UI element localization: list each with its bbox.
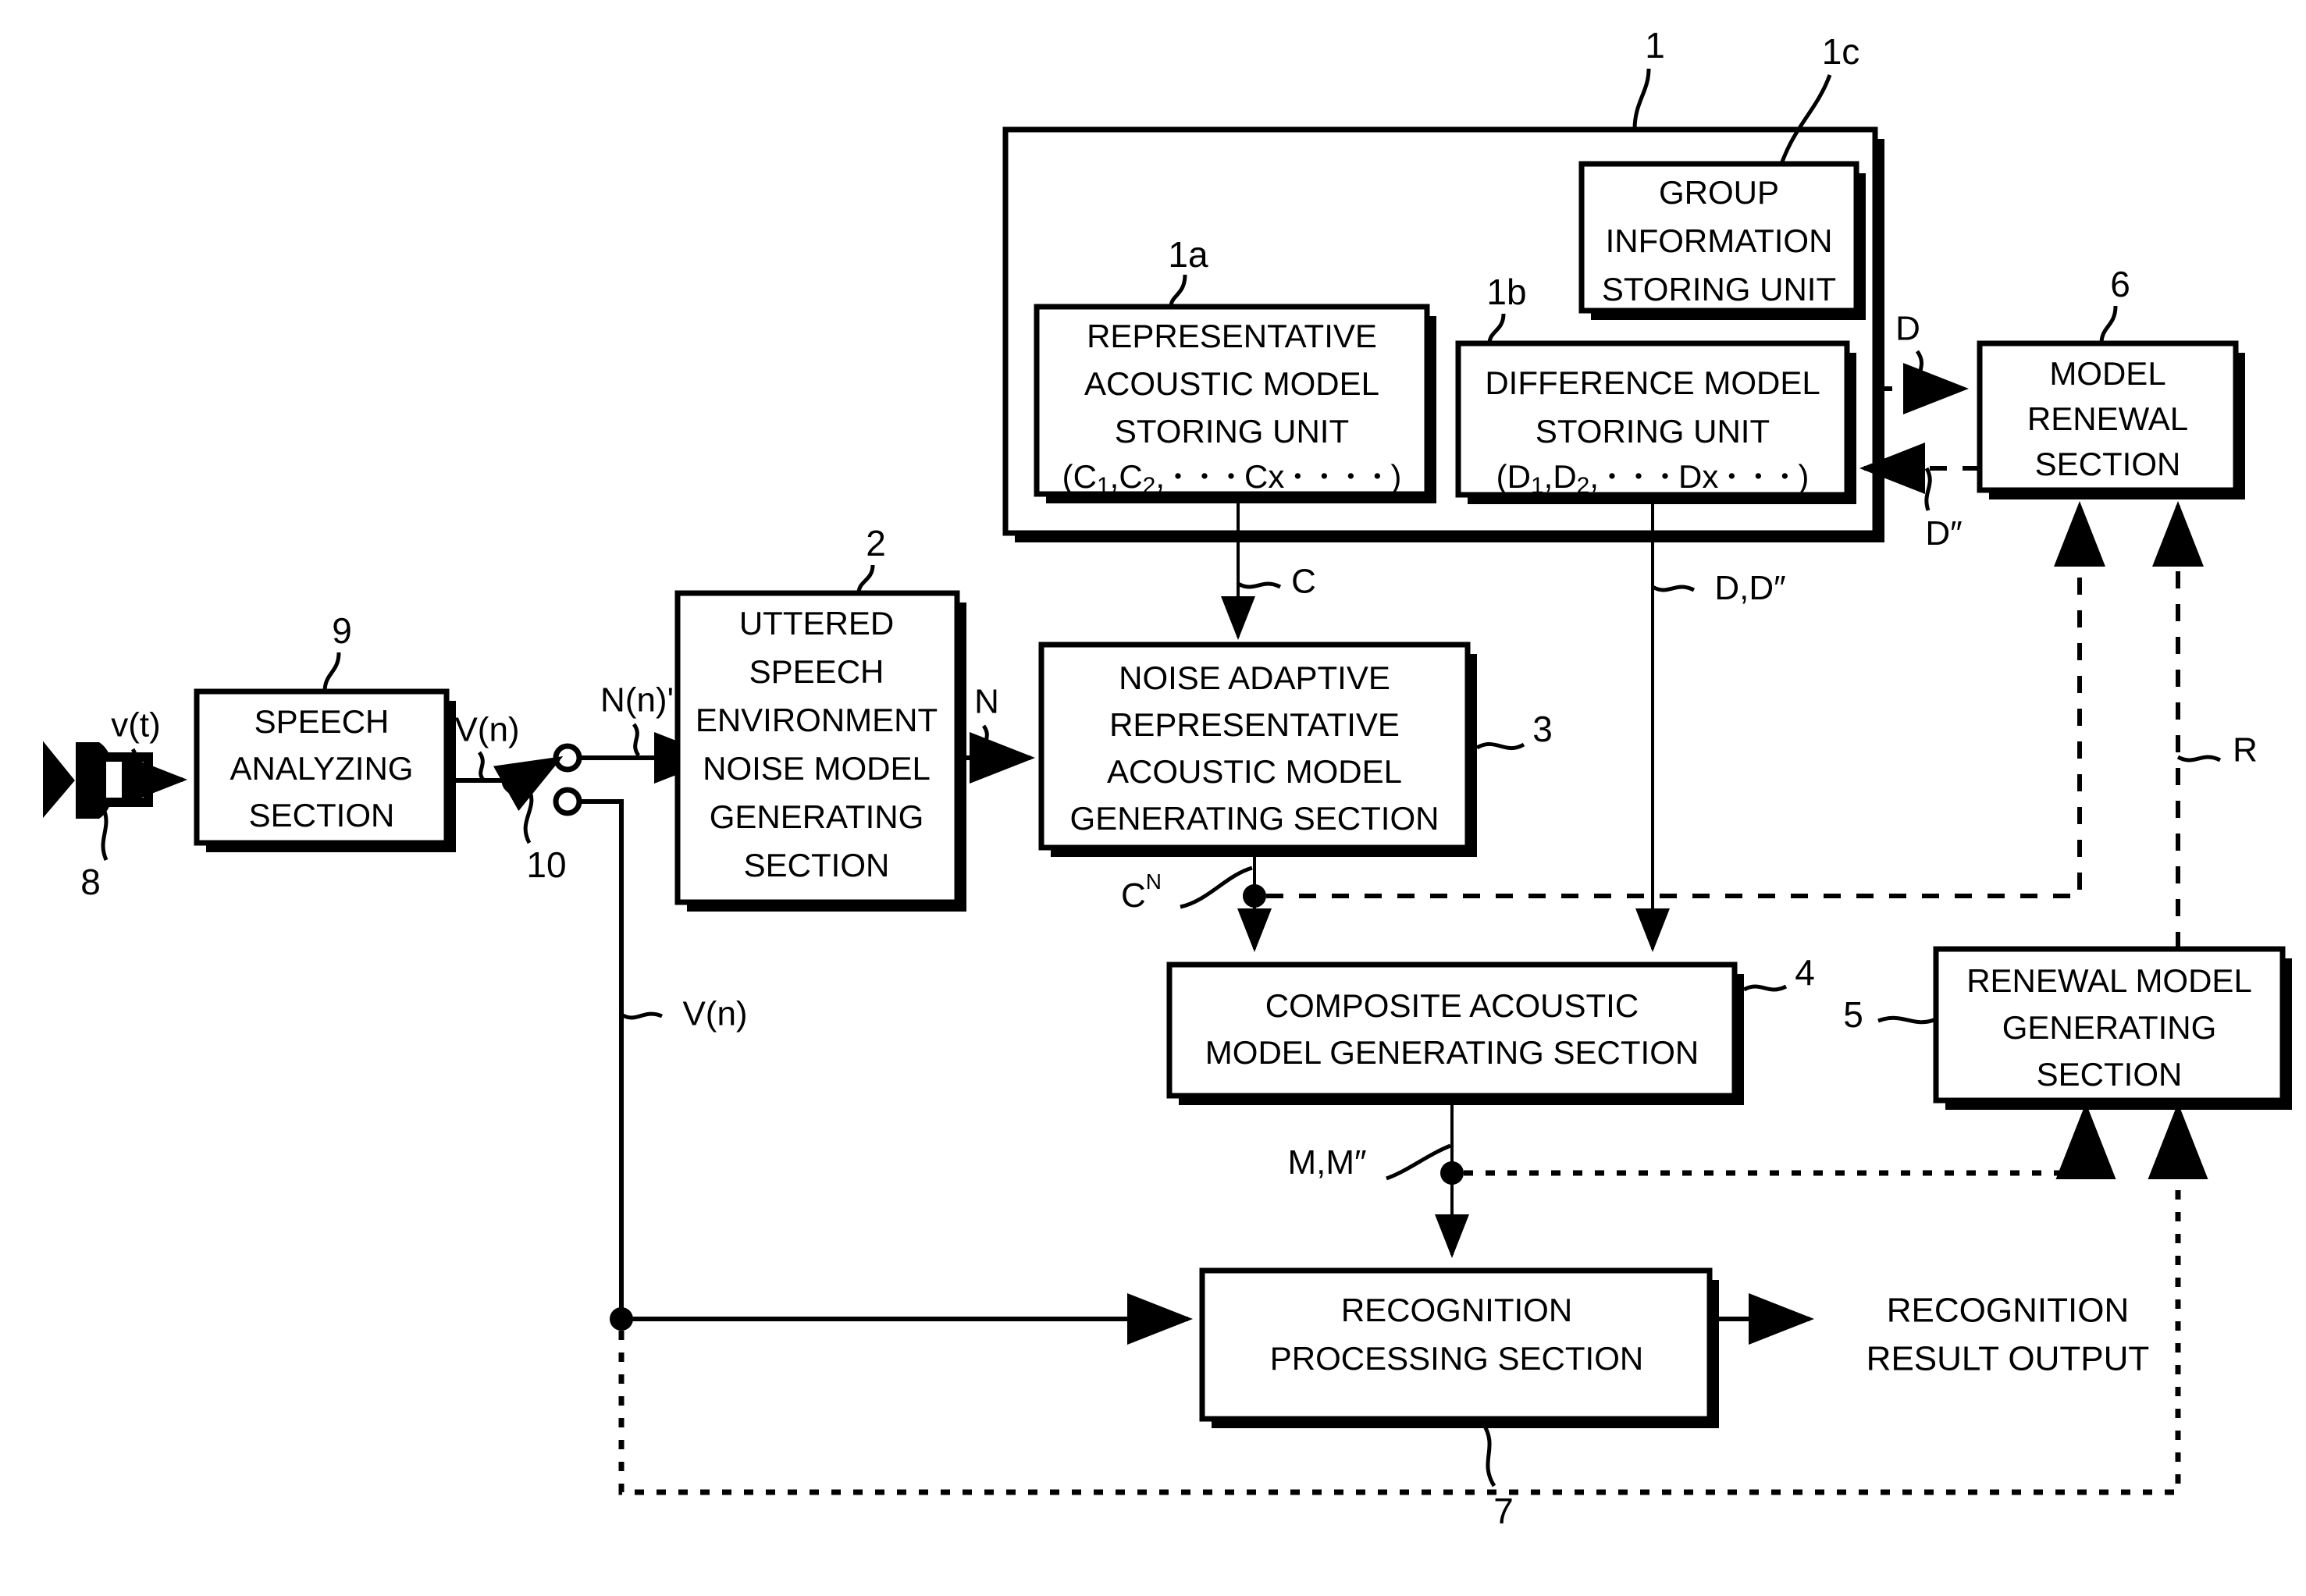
ref-label-4: 4 (1795, 952, 1815, 993)
ref-4-leader (1742, 984, 1788, 992)
ref-label-1c: 1c (1822, 31, 1860, 72)
group-info-line1: GROUP (1659, 174, 1779, 211)
signal-c-leader (1237, 581, 1282, 589)
model-renewal-line1: MODEL (2049, 355, 2165, 392)
signal-label-nn-prime: N(n)' (600, 681, 674, 720)
switch-terminal-upper[interactable] (553, 743, 582, 773)
ref-label-10: 10 (526, 844, 566, 885)
ref-label-9: 9 (332, 610, 352, 651)
signal-label-vn-upper: V(n) (454, 711, 519, 749)
recognition-line2: PROCESSING SECTION (1270, 1340, 1643, 1377)
speech-analyzing-line3: SECTION (249, 797, 395, 834)
figure-canvas: 1 GROUP INFORMATION STORING UNIT 1c REPR… (0, 0, 2306, 1596)
mm-feedback-to-renewal-model (1464, 1103, 2116, 1179)
speech-analyzing-line1: SPEECH (254, 703, 390, 740)
ref-label-1b: 1b (1486, 272, 1526, 312)
signal-label-vt: v(t) (111, 706, 161, 745)
rep-acoustic-line1: REPRESENTATIVE (1087, 318, 1377, 354)
ref-label-1: 1 (1645, 25, 1665, 66)
composite-line2: MODEL GENERATING SECTION (1205, 1034, 1699, 1071)
signal-n-leader (981, 724, 991, 759)
recognition-result-output-line1: RECOGNITION (1887, 1292, 2129, 1330)
ref-label-8: 8 (80, 862, 101, 902)
difference-model-line1: DIFFERENCE MODEL (1485, 364, 1820, 401)
uttered-line5: GENERATING (710, 798, 924, 835)
signal-label-c: C (1291, 563, 1316, 601)
ref-label-7: 7 (1493, 1491, 1514, 1531)
signal-nnprime-leader (632, 723, 641, 757)
ref-1-leader (1632, 68, 1651, 130)
ref-6-leader (2099, 305, 2118, 344)
signal-label-cn: CN (1121, 869, 1162, 914)
signal-d2-leader (1924, 467, 1932, 511)
ref-5-leader (1877, 1015, 1937, 1025)
group-info-line2: INFORMATION (1606, 222, 1833, 259)
uttered-line3: ENVIRONMENT (696, 702, 938, 738)
signal-label-n: N (974, 683, 999, 721)
block-diagram-svg: 1 GROUP INFORMATION STORING UNIT 1c REPR… (43, 25, 2292, 1531)
noise-adaptive-line3: ACOUSTIC MODEL (1107, 753, 1402, 790)
recognition-result-output-line2: RESULT OUTPUT (1867, 1340, 2150, 1378)
signal-label-vn-lower: V(n) (682, 995, 747, 1033)
rep-acoustic-line3: STORING UNIT (1115, 413, 1349, 450)
noise-adaptive-line2: REPRESENTATIVE (1109, 706, 1400, 743)
group-info-line3: STORING UNIT (1602, 271, 1836, 307)
ref-10-leader (523, 785, 534, 844)
renewal-model-line2: GENERATING (2002, 1009, 2217, 1046)
ref-label-3: 3 (1532, 709, 1553, 749)
signal-label-d-double-prime: D″ (1925, 514, 1962, 553)
signal-cn-leader (1180, 866, 1253, 909)
speech-analyzing-line2: ANALYZING (230, 750, 414, 787)
difference-model-line2: STORING UNIT (1536, 413, 1770, 450)
uttered-line6: SECTION (744, 847, 890, 883)
ref-2-leader (856, 564, 875, 594)
ref-3-leader (1475, 742, 1525, 750)
rep-acoustic-line2: ACOUSTIC MODEL (1084, 365, 1379, 402)
signal-r-leader (2176, 755, 2222, 762)
signal-dd-leader (1651, 585, 1696, 592)
ref-label-1a: 1a (1168, 234, 1208, 275)
signal-vn-lower-leader (620, 1011, 663, 1020)
signal-label-r: R (2233, 731, 2258, 770)
switch-terminal-lower[interactable] (553, 787, 582, 816)
vn-lower-wire (579, 799, 624, 1319)
signal-vn-leader (477, 751, 486, 782)
signal-d-leader (1915, 350, 1923, 389)
signal-label-d: D (1895, 310, 1920, 348)
composite-line1: COMPOSITE ACOUSTIC (1265, 987, 1639, 1024)
uttered-line2: SPEECH (749, 653, 884, 690)
signal-label-mm-double-prime: M,M″ (1287, 1143, 1366, 1182)
signal-label-dd-double-prime: D,D″ (1714, 569, 1785, 607)
ref-label-5: 5 (1843, 994, 1863, 1035)
ref-7-leader (1481, 1422, 1496, 1488)
model-renewal-line2: RENEWAL (2027, 400, 2188, 437)
switch-blade[interactable] (493, 756, 564, 812)
ref-9-leader (322, 652, 341, 692)
noise-adaptive-line1: NOISE ADAPTIVE (1119, 659, 1390, 696)
uttered-line1: UTTERED (739, 605, 894, 642)
branch-node-cn (1243, 884, 1266, 908)
renewal-model-line3: SECTION (2037, 1056, 2183, 1093)
ref-label-6: 6 (2110, 264, 2130, 304)
branch-node-mm (1440, 1161, 1464, 1185)
renewal-model-line1: RENEWAL MODEL (1966, 962, 2252, 999)
recognition-line1: RECOGNITION (1341, 1292, 1572, 1328)
ref-label-2: 2 (866, 523, 886, 563)
composite-acoustic-model-generating-section[interactable] (1166, 962, 1738, 1099)
microphone-icon (43, 741, 153, 819)
noise-adaptive-line4: GENERATING SECTION (1070, 800, 1439, 837)
uttered-line4: NOISE MODEL (703, 750, 931, 787)
model-renewal-line3: SECTION (2035, 446, 2181, 482)
branch-node-vn (610, 1307, 633, 1331)
